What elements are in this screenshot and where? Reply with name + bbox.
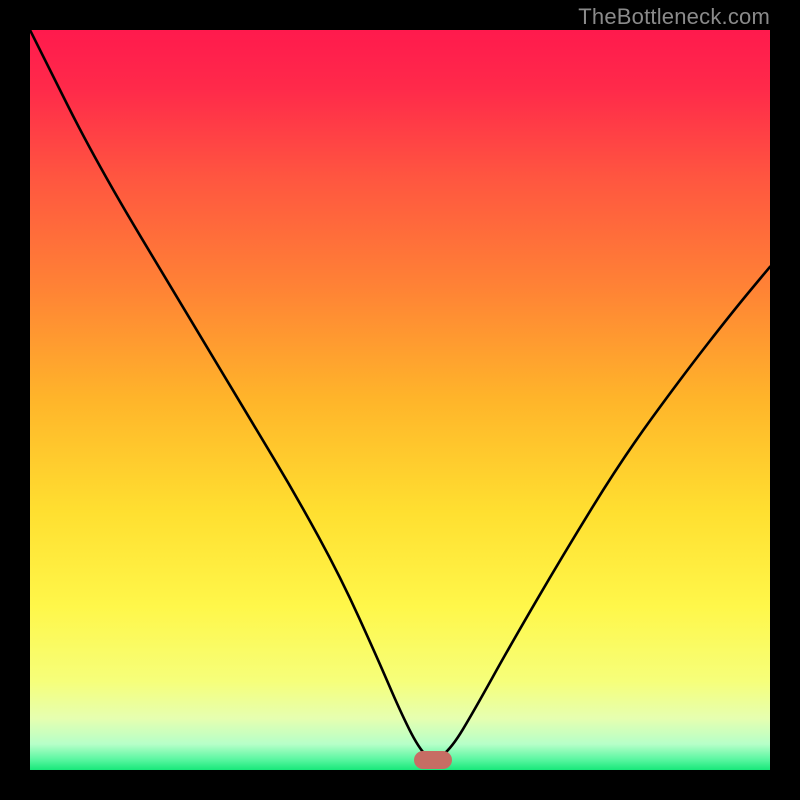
bottleneck-curve (30, 30, 770, 770)
chart-frame: TheBottleneck.com (0, 0, 800, 800)
plot-area (30, 30, 770, 770)
optimal-marker (414, 751, 452, 769)
watermark-text: TheBottleneck.com (578, 4, 770, 30)
